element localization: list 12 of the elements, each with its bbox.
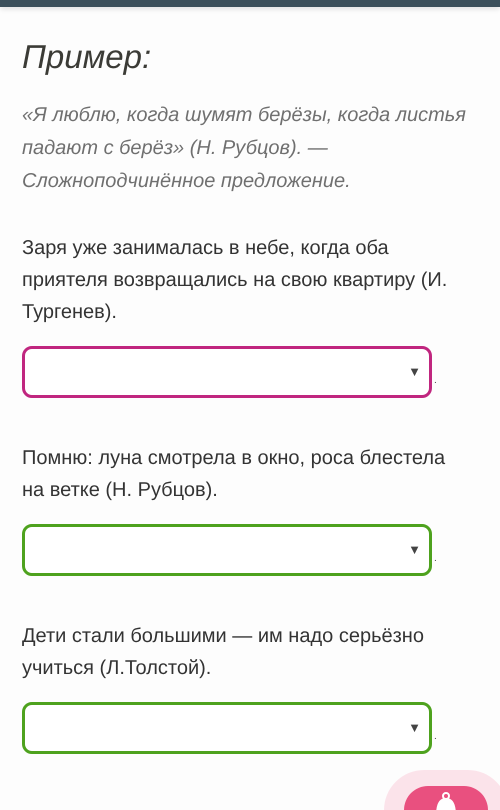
question-text: Заря уже занималась в небе, когда оба приятеля возвращались на свою квартиру (И. Тургенев). — [22, 236, 448, 325]
example-text: «Я люблю, когда шумят берёзы, когда листья падают с берёз» (Н. Рубцов). — Сложноподчинённое предложение. — [22, 102, 467, 194]
period-text: . — [434, 552, 437, 566]
period-text: . — [434, 374, 437, 388]
notification-button[interactable] — [404, 786, 488, 810]
answer-dropdown[interactable]: ▼ — [22, 524, 432, 576]
answer-dropdown[interactable]: ▼ — [22, 346, 432, 398]
heading: Пример: — [22, 37, 152, 77]
answer-dropdown[interactable]: ▼ — [22, 702, 432, 754]
question-text: Помню: луна смотрела в окно, роса блестела на ветке (Н. Рубцов). — [22, 446, 446, 503]
question-text: Дети стали большими — им надо серьёзно учиться (Л.Толстой). — [22, 624, 425, 681]
period-text: . — [434, 730, 437, 744]
